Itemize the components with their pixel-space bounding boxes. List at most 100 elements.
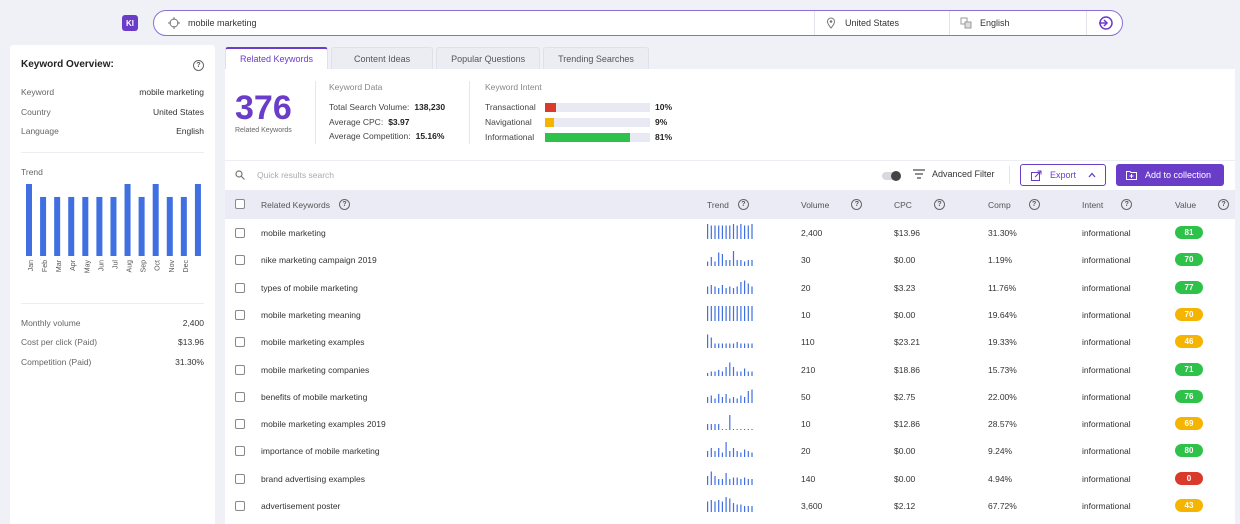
keyword-search-input[interactable] [188, 18, 788, 28]
sparkline-bar [721, 343, 723, 349]
sparkline-bar [740, 371, 742, 376]
help-icon[interactable]: ? [1028, 199, 1040, 210]
kd-total-volume: Total Search Volume: 138,230 [329, 102, 446, 112]
row-checkbox[interactable] [235, 419, 245, 430]
sparkline-bar [747, 305, 749, 321]
sparkline-bar [736, 429, 738, 431]
intent-navigational: Navigational 9% [485, 117, 668, 127]
sparkline-bar [725, 429, 727, 431]
tab-popular-questions[interactable]: Popular Questions [436, 47, 541, 69]
sparkline-bar [747, 225, 749, 239]
app-logo[interactable]: KI [122, 15, 138, 31]
related-keywords-count-label: Related Keywords [235, 127, 292, 134]
select-all-checkbox[interactable] [235, 199, 245, 209]
sparkline-bar [725, 225, 727, 239]
sparkline-bar [718, 305, 720, 321]
row-checkbox[interactable] [235, 473, 245, 484]
row-keyword[interactable]: mobile marketing meaning [261, 310, 361, 320]
language-value: English [980, 18, 1010, 28]
row-keyword[interactable]: importance of mobile marketing [261, 446, 380, 456]
row-checkbox[interactable] [235, 282, 245, 293]
table-row[interactable]: mobile marketing meaning 10 $0.00 19.64% inf… [225, 301, 1235, 328]
trend-bar [82, 196, 89, 256]
row-keyword[interactable]: mobile marketing [261, 228, 326, 238]
translate-icon [960, 17, 972, 29]
table-row[interactable]: importance of mobile marketing 20 $0.00 9.2… [225, 437, 1235, 464]
overview-title: Keyword Overview: [21, 59, 114, 70]
col-value[interactable]: Value? [1175, 199, 1230, 210]
row-keyword[interactable]: mobile marketing examples [261, 337, 364, 347]
table-header: Related Keywords? Trend? Volume? CPC? Co… [225, 190, 1235, 219]
row-checkbox[interactable] [235, 501, 245, 511]
sparkline-bar [740, 429, 742, 431]
table-row[interactable]: mobile marketing examples 110 $23.21 19.33%… [225, 328, 1235, 355]
help-icon[interactable]: ? [933, 199, 945, 210]
row-checkbox[interactable] [235, 337, 245, 348]
table-row[interactable]: mobile marketing 2,400 $13.96 31.30% informa… [225, 219, 1235, 246]
search-go-button[interactable] [1086, 11, 1122, 35]
table-row[interactable]: advertisement poster 3,600 $2.12 67.72% info… [225, 492, 1235, 519]
row-intent: informational [1082, 364, 1131, 375]
sparkline-bar [721, 371, 723, 376]
row-keyword[interactable]: advertisement poster [261, 501, 340, 511]
row-value-badge: 80 [1175, 444, 1203, 458]
table-row[interactable]: mobile marketing examples 2019 10 $12.86 28… [225, 410, 1235, 437]
table-row[interactable]: types of mobile marketing 20 $3.23 11.76% in… [225, 274, 1235, 301]
col-volume[interactable]: Volume? [801, 199, 863, 210]
tab-related-keywords[interactable]: Related Keywords [225, 47, 329, 69]
related-keywords-count: 376 [235, 89, 292, 127]
row-intent: informational [1082, 255, 1131, 266]
row-keyword[interactable]: mobile marketing examples 2019 [261, 419, 386, 429]
row-checkbox[interactable] [235, 364, 245, 375]
row-trend-sparkline [707, 334, 753, 349]
row-checkbox[interactable] [235, 446, 245, 457]
sparkline-bar [710, 284, 712, 294]
row-comp: 22.00% [988, 391, 1017, 402]
help-icon[interactable]: ? [737, 199, 749, 210]
sparkline-bar [744, 396, 746, 403]
export-label: Export [1050, 170, 1077, 180]
sparkline-bar [725, 343, 727, 349]
row-intent: informational [1082, 446, 1131, 457]
row-keyword[interactable]: types of mobile marketing [261, 283, 358, 293]
language-select[interactable]: English [949, 11, 1086, 35]
row-comp: 11.76% [988, 282, 1017, 293]
help-icon[interactable]: ? [1218, 199, 1230, 210]
table-row[interactable]: brand advertising examples 140 $0.00 4.94% i… [225, 465, 1235, 492]
trend-bar [68, 196, 75, 256]
row-checkbox[interactable] [235, 228, 245, 238]
table-row[interactable]: mobile marketing companies 210 $18.86 15.73… [225, 356, 1235, 383]
add-to-collection-button[interactable]: Add to collection [1116, 164, 1224, 186]
view-toggle[interactable] [882, 171, 901, 181]
row-checkbox[interactable] [235, 391, 245, 402]
location-select[interactable]: United States [814, 11, 949, 35]
col-trend[interactable]: Trend? [707, 199, 749, 210]
overview-row-language: Language English [21, 126, 204, 136]
row-checkbox[interactable] [235, 255, 245, 266]
col-intent[interactable]: Intent? [1082, 199, 1133, 210]
sparkline-bar [710, 337, 712, 349]
col-comp[interactable]: Comp? [988, 199, 1040, 210]
row-keyword[interactable]: brand advertising examples [261, 474, 365, 484]
tab-trending-searches[interactable]: Trending Searches [543, 47, 649, 69]
help-icon[interactable]: ? [338, 199, 350, 210]
row-keyword[interactable]: benefits of mobile marketing [261, 392, 367, 402]
sparkline-bar [747, 429, 749, 431]
help-icon[interactable]: ? [193, 60, 204, 71]
export-button[interactable]: Export [1020, 164, 1106, 186]
advanced-filter-button[interactable]: Advanced Filter [913, 169, 995, 179]
tab-content-ideas[interactable]: Content Ideas [331, 47, 434, 69]
row-intent: informational [1082, 282, 1131, 293]
help-icon[interactable]: ? [1121, 199, 1133, 210]
sparkline-bar [740, 478, 742, 485]
row-keyword[interactable]: mobile marketing companies [261, 365, 369, 375]
trend-month-label: Jan [28, 260, 35, 271]
quick-search-input[interactable] [257, 170, 457, 180]
row-checkbox[interactable] [235, 309, 245, 320]
col-cpc[interactable]: CPC? [894, 199, 945, 210]
help-icon[interactable]: ? [851, 199, 863, 210]
col-related-keywords[interactable]: Related Keywords? [261, 199, 350, 210]
table-row[interactable]: benefits of mobile marketing 50 $2.75 22.00… [225, 383, 1235, 410]
table-row[interactable]: nike marketing campaign 2019 30 $0.00 1.19%… [225, 246, 1235, 273]
row-keyword[interactable]: nike marketing campaign 2019 [261, 255, 377, 265]
